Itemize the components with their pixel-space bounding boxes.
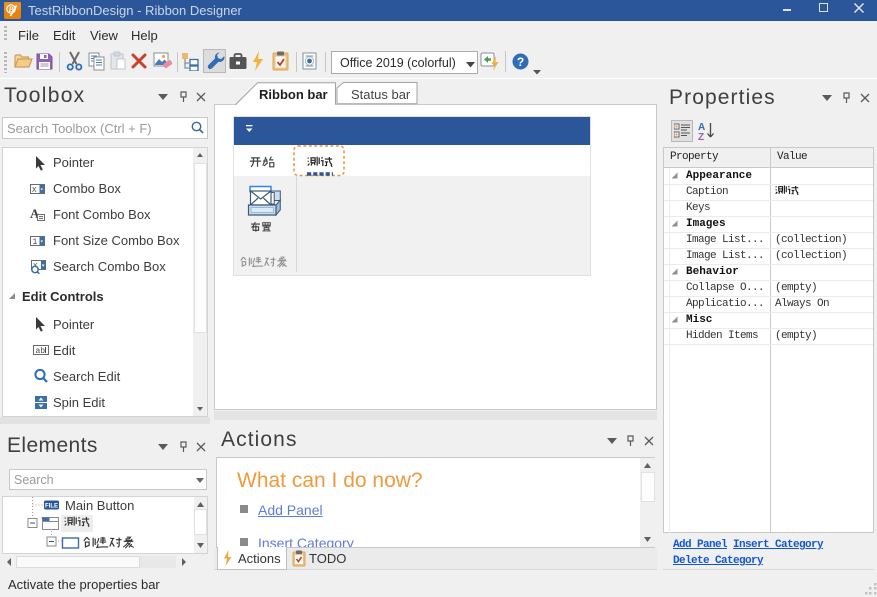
svg-text:FILE: FILE [45,504,58,510]
svg-text:X: X [32,187,37,195]
svg-text:ab: ab [36,347,46,356]
svg-text:1: 1 [33,238,38,247]
svg-text:Z: Z [698,132,704,141]
svg-text:?: ? [517,55,524,69]
